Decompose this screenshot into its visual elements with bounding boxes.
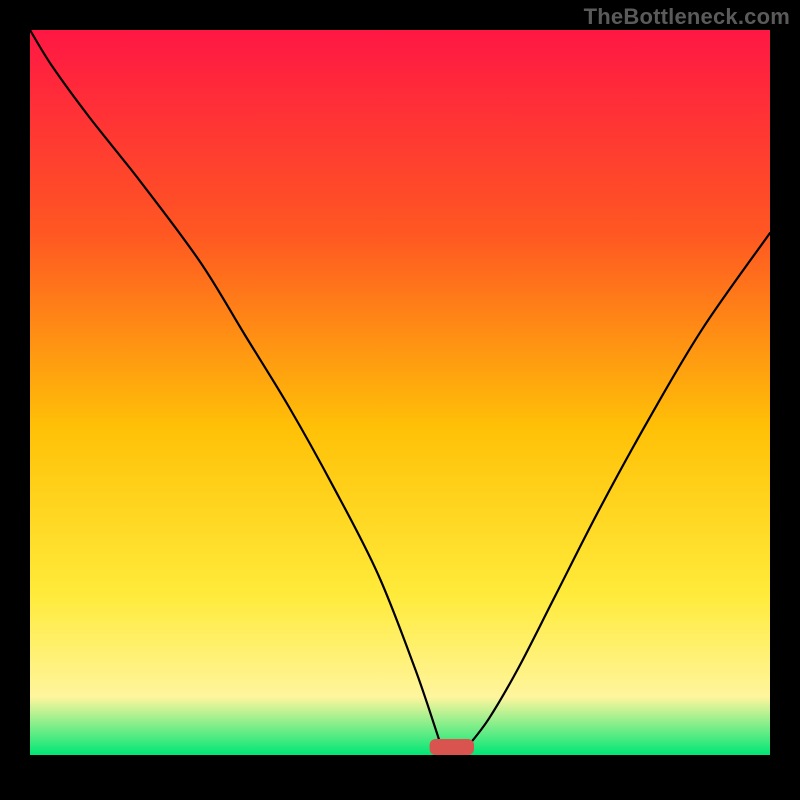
chart-frame: TheBottleneck.com xyxy=(0,0,800,800)
gradient-background xyxy=(30,30,770,755)
minimum-marker xyxy=(430,739,474,755)
plot-area xyxy=(30,30,770,755)
chart-svg xyxy=(30,30,770,755)
watermark-text: TheBottleneck.com xyxy=(584,4,790,30)
